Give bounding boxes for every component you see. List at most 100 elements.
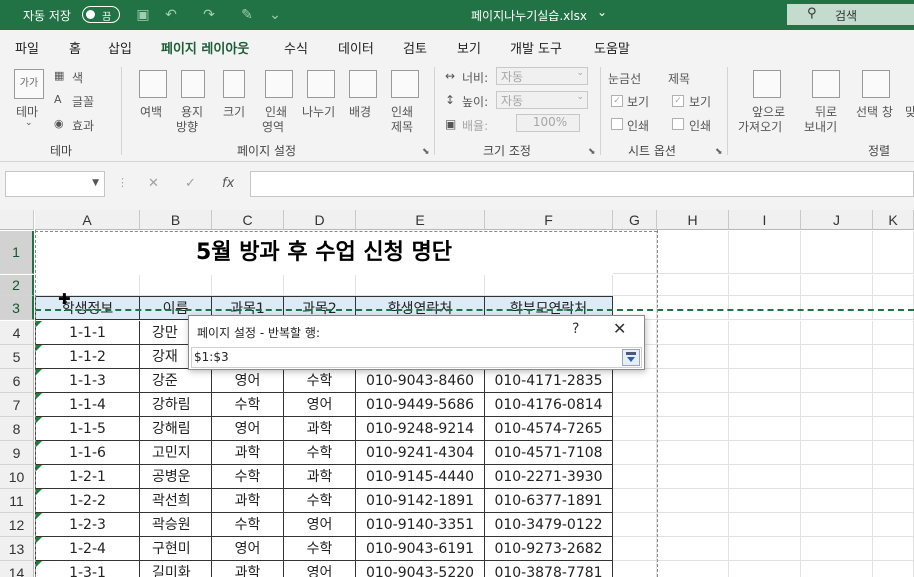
cell[interactable]: [613, 537, 657, 561]
row-header[interactable]: 2: [0, 275, 34, 296]
table-cell[interactable]: 010-4171-2835: [485, 369, 613, 393]
table-cell[interactable]: 010-9273-2682: [485, 537, 613, 561]
cell[interactable]: [729, 393, 801, 417]
sheet-options-launcher-icon[interactable]: ⬊: [715, 147, 723, 157]
cell[interactable]: [140, 275, 212, 296]
table-cell[interactable]: 고민지: [140, 441, 212, 465]
size-button[interactable]: 크기: [223, 103, 245, 120]
table-cell[interactable]: 영어: [212, 537, 284, 561]
table-cell[interactable]: 010-4571-7108: [485, 441, 613, 465]
close-icon[interactable]: ✕: [613, 319, 626, 338]
cell[interactable]: [801, 537, 873, 561]
cell[interactable]: [613, 465, 657, 489]
table-cell[interactable]: 1-1-5: [35, 417, 140, 441]
scale-launcher-icon[interactable]: ⬊: [588, 147, 596, 157]
table-cell[interactable]: 010-3479-0122: [485, 513, 613, 537]
headings-view-checkbox[interactable]: ✓: [672, 95, 684, 107]
row-header[interactable]: 6: [0, 369, 34, 393]
table-cell[interactable]: 010-9248-9214: [356, 417, 485, 441]
select-all-corner[interactable]: [0, 210, 34, 230]
fonts-button[interactable]: 글꼴: [72, 93, 94, 110]
repeat-rows-input[interactable]: $1:$3: [191, 347, 642, 368]
cell[interactable]: [729, 321, 801, 345]
tab-review[interactable]: 검토: [403, 38, 427, 57]
scale-spinner[interactable]: 100%: [516, 114, 580, 132]
table-cell[interactable]: 1-1-3: [35, 369, 140, 393]
cell[interactable]: [356, 275, 485, 296]
worksheet-grid[interactable]: ABCDEFGHIJK 1 2 3 4 5 6 7 8 9 10 11 12 13 14 학생정보 이름 과목…: [0, 210, 914, 577]
cell[interactable]: [613, 417, 657, 441]
cell[interactable]: [801, 561, 873, 577]
table-cell[interactable]: 1-3-1: [35, 561, 140, 577]
table-cell[interactable]: 강준: [140, 369, 212, 393]
page-setup-launcher-icon[interactable]: ⬊: [422, 147, 430, 157]
cell[interactable]: [729, 513, 801, 537]
table-cell[interactable]: 과학: [284, 417, 356, 441]
column-header[interactable]: A: [35, 210, 140, 230]
cell[interactable]: [613, 231, 657, 274]
table-cell[interactable]: 010-6377-1891: [485, 489, 613, 513]
table-header-cell[interactable]: 학생정보: [35, 296, 140, 320]
cell[interactable]: [657, 513, 729, 537]
cell[interactable]: [801, 393, 873, 417]
tab-home[interactable]: 홈: [69, 38, 81, 57]
row-header[interactable]: 11: [0, 489, 34, 513]
column-header[interactable]: J: [801, 210, 873, 230]
cell[interactable]: [729, 275, 801, 296]
width-select[interactable]: 자동 ⌄: [496, 67, 588, 85]
table-cell[interactable]: 010-3878-7781: [485, 561, 613, 577]
table-cell[interactable]: 수학: [212, 465, 284, 489]
table-cell[interactable]: 수학: [284, 537, 356, 561]
row-header[interactable]: 13: [0, 537, 34, 561]
formula-input[interactable]: [250, 171, 914, 197]
table-cell[interactable]: 010-9043-5220: [356, 561, 485, 577]
tab-insert[interactable]: 삽입: [108, 38, 132, 57]
align-button-partial[interactable]: 맞: [905, 103, 914, 120]
cell[interactable]: [801, 275, 873, 296]
effects-button[interactable]: 효과: [72, 117, 94, 134]
cell[interactable]: [729, 231, 801, 274]
cell[interactable]: [873, 513, 914, 537]
cell[interactable]: [657, 369, 729, 393]
sheet-title-cell[interactable]: 5월 방과 후 수업 신청 명단: [35, 231, 613, 274]
cell[interactable]: [801, 489, 873, 513]
row-header[interactable]: 1: [0, 231, 34, 274]
table-cell[interactable]: 영어: [284, 393, 356, 417]
cell[interactable]: [873, 561, 914, 577]
table-cell[interactable]: 수학: [284, 441, 356, 465]
colors-button[interactable]: 색: [72, 69, 83, 86]
help-icon[interactable]: ?: [572, 321, 579, 337]
cell[interactable]: [657, 275, 729, 296]
table-cell[interactable]: 영어: [212, 417, 284, 441]
cell[interactable]: [657, 417, 729, 441]
cell[interactable]: [613, 369, 657, 393]
cell[interactable]: [613, 393, 657, 417]
tab-developer[interactable]: 개발 도구: [510, 38, 562, 57]
table-cell[interactable]: 강해림: [140, 417, 212, 441]
row-header[interactable]: 3: [0, 296, 34, 320]
column-header[interactable]: C: [212, 210, 284, 230]
expand-dialog-icon[interactable]: [622, 349, 640, 366]
cell[interactable]: [729, 369, 801, 393]
cell[interactable]: [873, 345, 914, 369]
table-cell[interactable]: 수학: [284, 369, 356, 393]
table-cell[interactable]: 곽선희: [140, 489, 212, 513]
table-cell[interactable]: 공병운: [140, 465, 212, 489]
row-header[interactable]: 9: [0, 441, 34, 465]
cell[interactable]: [801, 417, 873, 441]
search-box[interactable]: ⚲ 검색: [787, 4, 914, 25]
table-cell[interactable]: 010-9142-1891: [356, 489, 485, 513]
row-header[interactable]: 7: [0, 393, 34, 417]
tab-file[interactable]: 파일: [15, 38, 39, 57]
cell[interactable]: [613, 441, 657, 465]
column-header[interactable]: F: [485, 210, 613, 230]
cell[interactable]: [873, 465, 914, 489]
redo-icon[interactable]: ↷: [200, 6, 218, 24]
cell[interactable]: [485, 275, 613, 296]
column-header[interactable]: D: [284, 210, 356, 230]
cell[interactable]: [801, 231, 873, 274]
cell[interactable]: [873, 441, 914, 465]
cell[interactable]: [729, 441, 801, 465]
cell[interactable]: [657, 231, 729, 274]
column-header[interactable]: I: [729, 210, 801, 230]
